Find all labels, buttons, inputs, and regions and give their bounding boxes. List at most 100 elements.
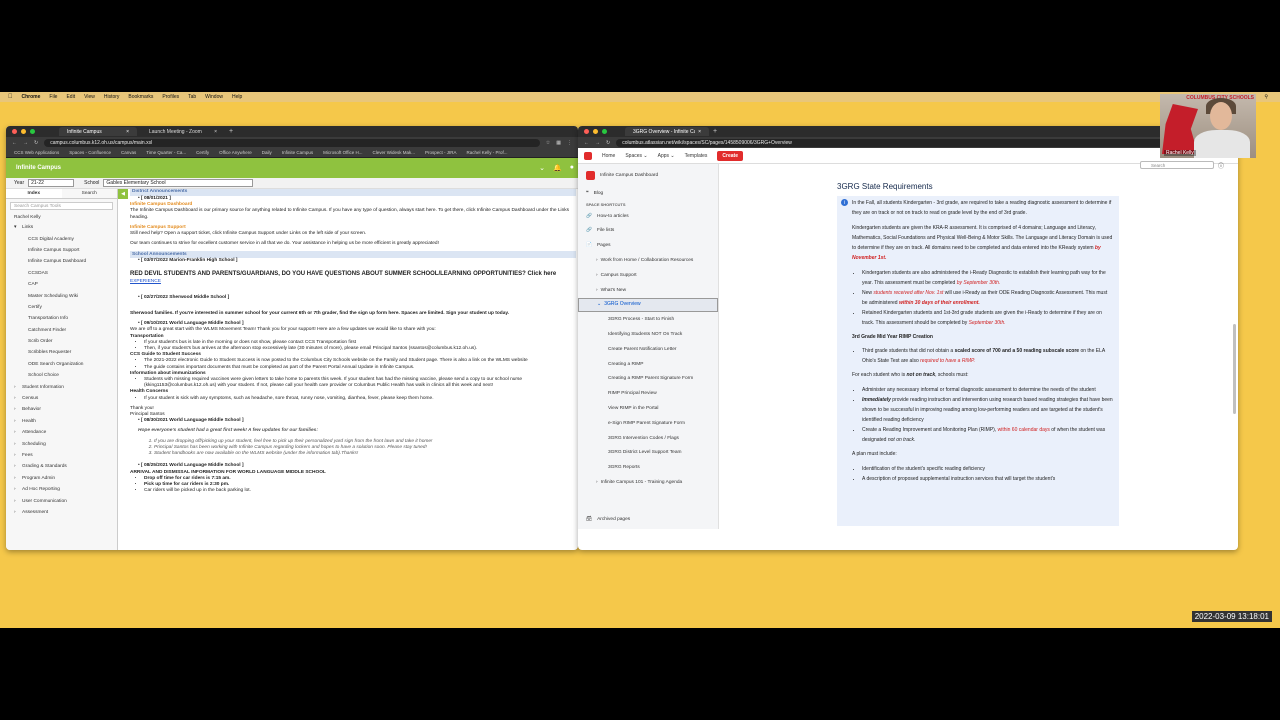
menu-edit[interactable]: Edit bbox=[66, 94, 75, 100]
nav-spaces[interactable]: Spaces ⌄ bbox=[625, 153, 647, 159]
bookmark-item[interactable]: Infinite Campus bbox=[282, 150, 313, 155]
chevron-icon[interactable]: › bbox=[596, 273, 598, 278]
new-tab-icon[interactable]: + bbox=[229, 128, 233, 135]
school-select[interactable]: Gables Elementary School bbox=[103, 179, 254, 187]
chevron-icon[interactable]: ⌄ bbox=[597, 301, 601, 308]
close-tab-icon[interactable]: × bbox=[214, 129, 217, 135]
tree-item[interactable]: 3GRG Intervention Codes / Flags bbox=[578, 431, 718, 446]
menu-window[interactable]: Window bbox=[205, 94, 223, 100]
year-select[interactable]: 21-22 bbox=[28, 179, 75, 187]
sidebar-nav-item[interactable]: › Fees bbox=[6, 450, 117, 461]
tree-item[interactable]: › What's New bbox=[578, 283, 718, 298]
forward-icon[interactable]: → bbox=[23, 140, 28, 146]
bookmark-item[interactable]: Rachel Kelly - Prof... bbox=[467, 150, 508, 155]
minimize-window-button[interactable] bbox=[21, 129, 26, 134]
chevron-down-icon[interactable]: ⌄ bbox=[539, 164, 545, 172]
tab-infinite-campus[interactable]: Infinite Campus × bbox=[59, 127, 137, 136]
sidebar-nav-item[interactable]: › Ad Hoc Reporting bbox=[6, 484, 117, 495]
sidebar-nav-item[interactable]: School Choice bbox=[6, 370, 117, 381]
tree-item[interactable]: View RIMP in the Portal bbox=[578, 401, 718, 416]
sidebar-nav-item[interactable]: CCSDAS bbox=[6, 268, 117, 279]
close-window-button[interactable] bbox=[584, 129, 589, 134]
sidebar-archived[interactable]: 🗃 Archived pages bbox=[578, 512, 718, 527]
sidebar-nav-item[interactable]: Infinite Campus Support bbox=[6, 245, 117, 256]
announcement-link[interactable]: EXPERIENCE bbox=[130, 279, 161, 284]
tree-item[interactable]: RIMP Principal Review bbox=[578, 386, 718, 401]
url-field[interactable]: campus.columbus.k12.oh.us/campus/main.xs… bbox=[44, 138, 540, 147]
sidebar-nav-item[interactable]: › Health bbox=[6, 416, 117, 427]
search-icon[interactable]: ⚲ bbox=[1264, 94, 1268, 100]
bookmark-item[interactable]: CCS Web Applications bbox=[14, 150, 59, 155]
tab-3grg-overview[interactable]: 3GRG Overview - Infinite Campus× bbox=[625, 127, 709, 136]
sidebar-nav-item[interactable]: › Assessment bbox=[6, 507, 117, 518]
sidebar-nav-item[interactable]: Master Scheduling Wiki bbox=[6, 290, 117, 301]
star-icon[interactable]: ☆ bbox=[546, 140, 550, 146]
nav-templates[interactable]: Templates bbox=[685, 153, 708, 159]
bell-icon[interactable]: 🔔 bbox=[553, 164, 562, 172]
menu-help[interactable]: Help bbox=[232, 94, 242, 100]
new-tab-icon[interactable]: + bbox=[713, 128, 717, 135]
bookmark-item[interactable]: Canvas bbox=[121, 150, 136, 155]
chevron-icon[interactable]: › bbox=[596, 258, 598, 263]
sidebar-nav-item[interactable]: ODE Search Organization bbox=[6, 359, 117, 370]
tree-item[interactable]: Creating a RIMP bbox=[578, 357, 718, 372]
chevron-icon[interactable]: › bbox=[596, 288, 598, 293]
bookmark-item[interactable]: Prospect - JIRA bbox=[425, 150, 457, 155]
sidebar-nav-item[interactable]: › Census bbox=[6, 393, 117, 404]
menu-tab[interactable]: Tab bbox=[188, 94, 196, 100]
sidebar-nav-item[interactable]: ▾ Links bbox=[6, 222, 117, 233]
sidebar-nav-item[interactable]: › Program Admin bbox=[6, 473, 117, 484]
bookmark-item[interactable]: Time Quarter - Ca... bbox=[146, 150, 186, 155]
ic-logo[interactable]: Infinite Campus bbox=[16, 165, 61, 171]
reload-icon[interactable]: ↻ bbox=[606, 140, 610, 146]
sidebar-nav-item[interactable]: Scrib Order bbox=[6, 336, 117, 347]
nav-apps[interactable]: Apps ⌄ bbox=[658, 153, 675, 159]
sidebar-nav-item[interactable]: › User Communication bbox=[6, 495, 117, 506]
chevron-icon[interactable]: › bbox=[596, 480, 598, 485]
tree-item[interactable]: 3GRG District Level Support Team bbox=[578, 446, 718, 461]
sidebar-nav-item[interactable]: Infinite Campus Dashboard bbox=[6, 256, 117, 267]
sidebar-nav-item[interactable]: Certify bbox=[6, 302, 117, 313]
menu-profiles[interactable]: Profiles bbox=[162, 94, 179, 100]
menu-view[interactable]: View bbox=[84, 94, 95, 100]
search-campus-tools-input[interactable]: Search Campus Tools bbox=[10, 202, 113, 210]
menu-dots-icon[interactable]: ⋮ bbox=[567, 140, 572, 146]
collapse-sidebar-button[interactable]: ◀ bbox=[118, 189, 128, 199]
back-icon[interactable]: ← bbox=[12, 140, 17, 146]
confluence-logo-icon[interactable] bbox=[584, 151, 592, 160]
tree-item-selected[interactable]: ⌄ 3GRG Overview bbox=[578, 297, 718, 313]
sidebar-nav-item[interactable]: › Student Information bbox=[6, 381, 117, 392]
tab-zoom[interactable]: Launch Meeting - Zoom × bbox=[141, 127, 225, 136]
tree-item[interactable]: › Infinite Campus 101 - Training Agenda bbox=[578, 475, 718, 490]
close-window-button[interactable] bbox=[12, 129, 17, 134]
back-icon[interactable]: ← bbox=[584, 140, 589, 146]
tab-search[interactable]: Search bbox=[62, 189, 118, 198]
create-button[interactable]: Create bbox=[717, 150, 743, 161]
reload-icon[interactable]: ↻ bbox=[34, 140, 38, 146]
tree-item[interactable]: 3GRG Process - Start to Finish bbox=[578, 312, 718, 327]
sidebar-nav-item[interactable]: Transportation Info bbox=[6, 313, 117, 324]
tree-item[interactable]: › Campus Support bbox=[578, 268, 718, 283]
minimize-window-button[interactable] bbox=[593, 129, 598, 134]
menu-bookmarks[interactable]: Bookmarks bbox=[128, 94, 153, 100]
sidebar-nav-item[interactable]: › Grading & Standards bbox=[6, 461, 117, 472]
tree-item[interactable]: Creating a RIMP Parent Signature Form bbox=[578, 372, 718, 387]
bookmark-item[interactable]: Clever Widesk Mak... bbox=[373, 150, 416, 155]
tree-item[interactable]: e-Sign RIMP Parent Signature Form bbox=[578, 416, 718, 431]
tree-item[interactable]: › Work from Home / Collaboration Resourc… bbox=[578, 253, 718, 268]
sidebar-nav-item[interactable]: › Attendance bbox=[6, 427, 117, 438]
tree-item[interactable]: Create Parent Notification Letter bbox=[578, 342, 718, 357]
sidebar-nav-item[interactable]: › Scheduling bbox=[6, 438, 117, 449]
bookmark-item[interactable]: Certify bbox=[196, 150, 209, 155]
sidebar-shortcut[interactable]: 🔗 File lists bbox=[578, 224, 718, 239]
close-tab-icon[interactable]: × bbox=[698, 129, 701, 135]
scrollbar[interactable] bbox=[1233, 324, 1236, 414]
extensions-icon[interactable]: ▦ bbox=[556, 140, 561, 146]
tree-item[interactable]: 3GRG Reports bbox=[578, 460, 718, 475]
menu-app[interactable]: Chrome bbox=[22, 94, 41, 100]
sidebar-pages[interactable]: 📄 Pages bbox=[578, 238, 718, 253]
sidebar-nav-item[interactable]: Scribbles Requester bbox=[6, 347, 117, 358]
space-header[interactable]: Infinite Campus Dashboard bbox=[578, 164, 718, 186]
sidebar-nav-item[interactable]: CCS Digital Academy bbox=[6, 233, 117, 244]
user-icon[interactable]: ● bbox=[570, 164, 574, 172]
